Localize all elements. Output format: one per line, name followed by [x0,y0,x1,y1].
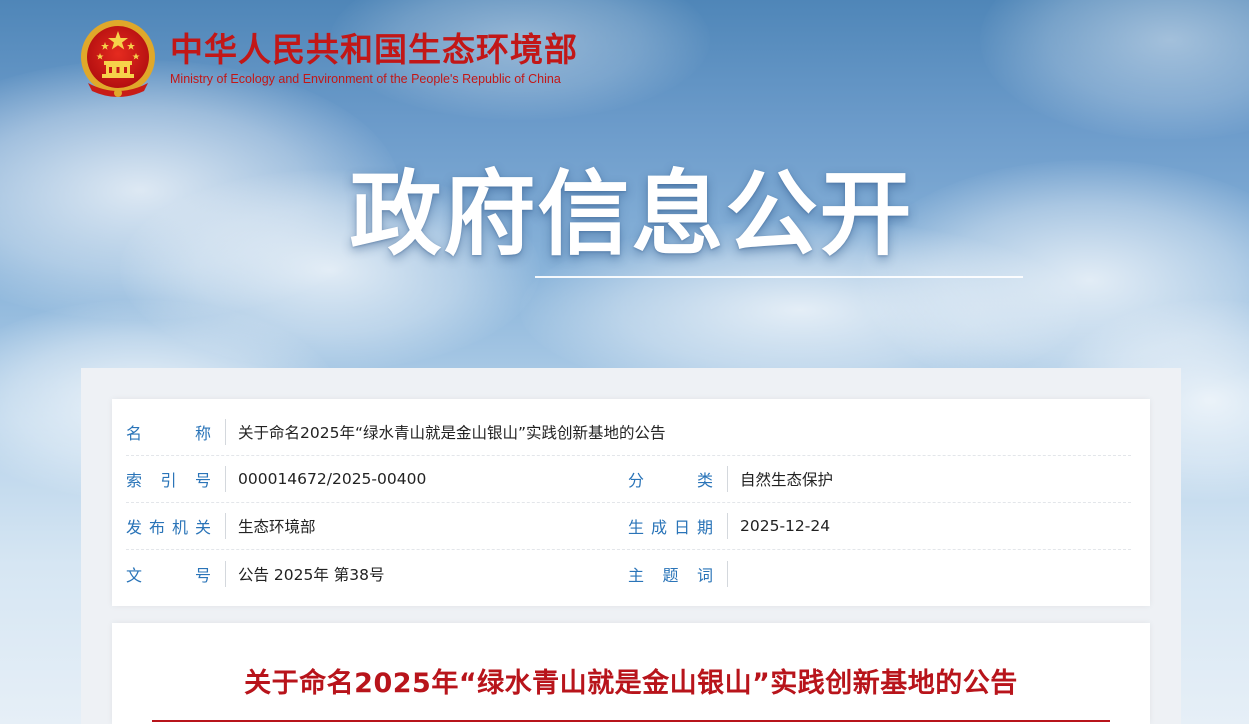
index-value: 000014672/2025-00400 [238,470,427,488]
divider [225,466,226,492]
national-emblem-icon[interactable] [78,17,158,101]
meta-row-name: 名称 关于命名2025年“绿水青山就是金山银山”实践创新基地的公告 [126,409,1131,456]
article-container: 关于命名2025年“绿水青山就是金山银山”实践创新基地的公告 [112,623,1150,724]
name-label: 名称 [126,424,211,443]
article-title-rule [152,720,1110,722]
category-label: 分类 [628,471,713,490]
date-label: 生成日期 [628,518,713,537]
divider [727,513,728,539]
index-label: 索引号 [126,471,211,490]
date-value: 2025-12-24 [740,517,831,535]
title-underline [535,276,1023,278]
name-value: 关于命名2025年“绿水青山就是金山银山”实践创新基地的公告 [238,424,666,442]
document-metadata: 名称 关于命名2025年“绿水青山就是金山银山”实践创新基地的公告 索引号 00… [112,399,1150,606]
article-title: 关于命名2025年“绿水青山就是金山银山”实践创新基地的公告 [244,668,1018,699]
org-name-en[interactable]: Ministry of Ecology and Environment of t… [170,72,578,86]
subject-label: 主题词 [628,565,713,585]
divider [225,513,226,539]
org-name-cn[interactable]: 中华人民共和国生态环境部 [170,31,578,68]
divider [727,560,728,587]
divider [727,466,728,492]
docno-label: 文号 [126,565,211,585]
divider [225,560,226,587]
category-value: 自然生态保护 [740,471,834,489]
meta-row-index: 索引号 000014672/2025-00400 分类 自然生态保护 [126,456,1131,503]
docno-value: 公告 2025年 第38号 [238,565,385,584]
site-header: 中华人民共和国生态环境部 Ministry of Ecology and Env… [78,14,578,104]
issuer-label: 发布机关 [126,518,211,537]
divider [225,419,226,445]
meta-row-issuer: 发布机关 生态环境部 生成日期 2025-12-24 [126,503,1131,550]
page-title: 政府信息公开 [349,161,914,268]
meta-row-docno: 文号 公告 2025年 第38号 主题词 [126,550,1131,597]
issuer-value: 生态环境部 [238,518,316,536]
